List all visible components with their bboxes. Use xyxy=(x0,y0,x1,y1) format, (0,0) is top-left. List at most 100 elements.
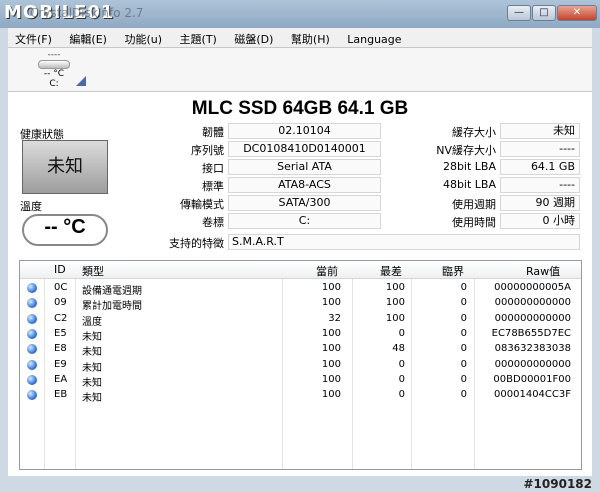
cell-id: 0C xyxy=(54,282,68,293)
volume-label: 卷標 xyxy=(202,216,224,229)
lba28-value: 64.1 GB xyxy=(500,159,580,175)
cell-current: 100 xyxy=(321,343,341,355)
cell-raw: 000000000000 xyxy=(494,358,571,370)
menu-edit[interactable]: 編輯(E) xyxy=(62,28,114,47)
status-dot-icon xyxy=(27,344,37,355)
close-button[interactable]: ✕ xyxy=(557,5,597,21)
smart-attribute-table[interactable]: ID 類型 當前 最差 臨界 Raw值 0C 設備通電週期 100 100 0 00000… xyxy=(19,260,582,470)
header-threshold[interactable]: 臨界 xyxy=(442,263,464,279)
power-cycle-value: 90 週期 xyxy=(500,195,580,211)
cell-worst: 0 xyxy=(398,327,405,339)
menu-function[interactable]: 功能(u) xyxy=(117,28,169,47)
cell-raw: 000000000000 xyxy=(494,297,571,309)
cell-threshold: 0 xyxy=(460,389,467,401)
cache-size-label: 緩存大小 xyxy=(452,126,496,139)
menu-file[interactable]: 文件(F) xyxy=(8,28,59,47)
standard-value: ATA8-ACS xyxy=(228,177,381,193)
interface-value: Serial ATA xyxy=(228,159,381,175)
power-hours-value: 0 小時 xyxy=(500,213,580,229)
corner-triangle-icon xyxy=(76,76,86,86)
disk-letter-text: C: xyxy=(49,79,59,89)
cell-current: 100 xyxy=(321,282,341,293)
table-row[interactable]: 0C 設備通電週期 100 100 0 00000000005A xyxy=(20,281,581,297)
cell-raw: 00000000005A xyxy=(494,282,571,293)
cell-raw: EC78B655D7EC xyxy=(491,327,571,339)
serial-label: 序列號 xyxy=(191,144,224,157)
menu-bar: 文件(F) 編輯(E) 功能(u) 主題(T) 磁盤(D) 幫助(H) Lang… xyxy=(8,28,592,48)
table-row[interactable]: E5 未知 100 0 0 EC78B655D7EC xyxy=(20,327,581,343)
maximize-button[interactable]: □ xyxy=(532,5,556,21)
menu-help[interactable]: 幫助(H) xyxy=(284,28,337,47)
status-dot-icon xyxy=(27,359,37,370)
standard-label: 標準 xyxy=(202,180,224,193)
header-current[interactable]: 當前 xyxy=(316,263,338,279)
cell-id: E8 xyxy=(54,343,67,355)
lba28-label: 28bit LBA xyxy=(442,160,496,173)
cell-current: 100 xyxy=(321,297,341,309)
transfer-mode-value: SATA/300 xyxy=(228,195,381,211)
table-row[interactable]: EA 未知 100 0 0 00BD00001F00 xyxy=(20,373,581,389)
menu-disk[interactable]: 磁盤(D) xyxy=(227,28,280,47)
cell-threshold: 0 xyxy=(460,358,467,370)
table-row[interactable]: 09 累計加電時間 100 100 0 000000000000 xyxy=(20,296,581,313)
table-row[interactable]: EB 未知 100 0 0 00001404CC3F xyxy=(20,388,581,404)
table-row[interactable]: E8 未知 100 48 0 083632383038 xyxy=(20,342,581,359)
cell-type: 累計加電時間 xyxy=(82,301,142,313)
main-panel: MLC SSD 64GB 64.1 GB 健康狀態 未知 溫度 -- °C 韌體… xyxy=(8,92,592,476)
cell-worst: 48 xyxy=(392,343,405,355)
status-dot-icon xyxy=(27,374,37,385)
minimize-button[interactable]: — xyxy=(507,5,531,21)
menu-language[interactable]: Language xyxy=(340,30,408,46)
firmware-label: 韌體 xyxy=(202,126,224,139)
status-dot-icon xyxy=(27,328,37,339)
cell-type: 未知 xyxy=(82,347,102,359)
status-dot-icon xyxy=(27,283,37,293)
cell-threshold: 0 xyxy=(460,297,467,309)
cell-type: 未知 xyxy=(82,362,102,374)
interface-label: 接口 xyxy=(202,162,224,175)
status-dot-icon xyxy=(27,298,37,309)
nv-cache-label: NV緩存大小 xyxy=(436,144,496,157)
power-hours-label: 使用時間 xyxy=(452,216,496,229)
nv-cache-value: ---- xyxy=(500,141,580,157)
cell-threshold: 0 xyxy=(460,327,467,339)
menu-theme[interactable]: 主題(T) xyxy=(173,28,224,47)
cell-worst: 0 xyxy=(398,389,405,401)
cell-current: 100 xyxy=(321,358,341,370)
firmware-value: 02.10104 xyxy=(228,123,381,139)
power-cycle-label: 使用週期 xyxy=(452,198,496,211)
cache-size-value: 未知 xyxy=(500,123,580,139)
cell-worst: 100 xyxy=(385,312,405,324)
cell-current: 100 xyxy=(321,373,341,385)
health-status-button[interactable]: 未知 xyxy=(22,140,108,194)
lba48-value: ---- xyxy=(500,177,580,193)
cell-type: 設備通電週期 xyxy=(82,286,142,297)
cell-current: 32 xyxy=(328,312,341,324)
header-raw[interactable]: Raw值 xyxy=(526,263,560,279)
header-id[interactable]: ID xyxy=(54,263,66,276)
cell-id: E9 xyxy=(54,358,67,370)
cell-threshold: 0 xyxy=(460,373,467,385)
disk-status-text: ---- xyxy=(47,50,61,60)
temperature-label: 溫度 xyxy=(20,200,42,213)
temperature-display: -- °C xyxy=(22,214,108,246)
header-worst[interactable]: 最差 xyxy=(380,263,402,279)
cell-worst: 0 xyxy=(398,373,405,385)
transfer-mode-label: 傳輸模式 xyxy=(180,198,224,211)
watermark-id: #1090182 xyxy=(523,477,592,491)
table-row[interactable]: C2 溫度 32 100 0 000000000000 xyxy=(20,312,581,328)
cell-id: E5 xyxy=(54,327,67,339)
table-header: ID 類型 當前 最差 臨界 Raw值 xyxy=(20,261,581,279)
header-type[interactable]: 類型 xyxy=(82,263,104,279)
title-bar: MOBILE01 CrystalDiskInfo 2.7 — □ ✕ xyxy=(0,0,600,28)
cell-threshold: 0 xyxy=(460,312,467,324)
cell-id: C2 xyxy=(54,312,68,324)
cell-type: 未知 xyxy=(82,331,102,343)
cell-threshold: 0 xyxy=(460,343,467,355)
disk-select-button[interactable]: ---- -- °C C: xyxy=(24,51,84,89)
cell-id: EA xyxy=(54,373,68,385)
table-row[interactable]: E9 未知 100 0 0 000000000000 xyxy=(20,358,581,374)
status-dot-icon xyxy=(27,313,37,324)
cell-worst: 100 xyxy=(385,282,405,293)
features-value: S.M.A.R.T xyxy=(228,234,580,250)
